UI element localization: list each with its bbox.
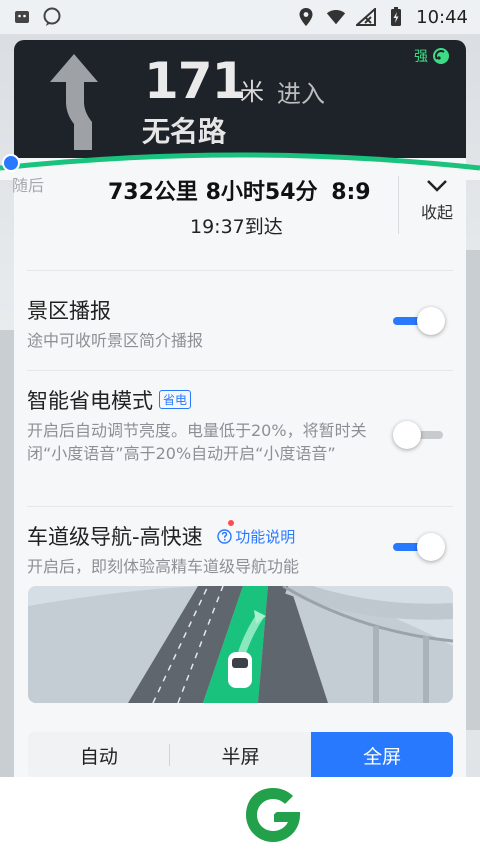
power-saving-badge: 省电: [159, 389, 192, 409]
mode-full-screen[interactable]: 全屏: [311, 732, 453, 778]
trip-distance-time: 732公里 8小时54分 8:9: [108, 174, 371, 206]
row-title: 景区播报: [27, 299, 111, 323]
power-saving-row: 智能省电模式 省电 开启后自动调节亮度。电量低于20%，将暂时关闭“小度语音”高于…: [27, 370, 453, 506]
trip-extra: 8:9: [331, 180, 371, 205]
lane-navigation-title: 车道级导航-高快速: [27, 525, 203, 549]
row-title: 智能省电模式 省电: [27, 385, 453, 415]
battery-charging-icon: [386, 7, 406, 27]
wifi-icon: [326, 7, 346, 27]
help-label: 功能说明: [235, 527, 296, 546]
row-title: 车道级导航-高快速 功能说明: [27, 520, 453, 551]
turn-left-arrow-icon: [50, 54, 98, 150]
mode-auto-label: 自动: [79, 745, 118, 768]
settings-list: 景区播报 途中可收听景区简介播报 智能省电模式 省电 开启后自动调节亮度。电量低于…: [14, 270, 466, 586]
collapse-label: 收起: [420, 203, 453, 222]
gps-signal-indicator: 强: [414, 46, 450, 66]
brand-logo: [230, 777, 316, 853]
then-hint: 随后: [12, 176, 45, 195]
leaf-logo-icon: [246, 788, 300, 842]
current-position-dot: [2, 154, 20, 172]
turn-distance: 171: [144, 52, 246, 110]
mode-auto[interactable]: 自动: [28, 732, 170, 778]
arrival-time: 19:37到达: [190, 216, 283, 238]
message-icon: [42, 7, 62, 27]
next-road-name: 无名路: [142, 115, 227, 148]
row-description: 途中可收听景区简介播报: [27, 331, 204, 350]
status-bar: 10:44: [0, 0, 480, 34]
help-icon: [217, 528, 232, 544]
no-signal-icon: [356, 7, 377, 27]
turn-action: 进入: [277, 80, 325, 108]
toggle-knob: [417, 307, 445, 335]
power-saving-toggle[interactable]: [393, 421, 447, 449]
signal-label: 强: [414, 49, 428, 65]
row-description: 开启后自动调节亮度。电量低于20%，将暂时关闭“小度语音”高于20%自动开启“小…: [27, 421, 367, 463]
mode-half-screen[interactable]: 半屏: [170, 732, 312, 778]
map-mode-selector: 自动 半屏 全屏: [28, 732, 453, 778]
power-saving-title: 智能省电模式: [27, 389, 153, 413]
guidance-banner[interactable]: 171 米 进入 无名路 强: [14, 40, 466, 162]
trip-distance-duration: 732公里 8小时54分: [108, 180, 318, 205]
chevron-down-icon: [427, 180, 447, 192]
scenic-broadcast-row: 景区播报 途中可收听景区简介播报: [27, 270, 453, 370]
mode-half-label: 半屏: [221, 745, 260, 768]
highway-lane-illustration: [28, 586, 453, 703]
lane-navigation-toggle[interactable]: [393, 533, 447, 561]
toggle-knob: [393, 421, 421, 449]
location-icon: [296, 7, 316, 27]
divider: [398, 176, 399, 234]
toggle-knob: [417, 533, 445, 561]
android-icon: [12, 7, 32, 27]
collapse-button[interactable]: 收起: [412, 178, 462, 223]
scenic-broadcast-toggle[interactable]: [393, 307, 447, 335]
row-description: 开启后，即刻体验高精车道级导航功能: [27, 557, 300, 576]
gps-signal-icon: [433, 48, 449, 64]
status-time: 10:44: [416, 6, 468, 28]
mode-full-label: 全屏: [363, 745, 402, 768]
trip-summary: 随后 732公里 8小时54分 8:9 19:37到达 收起: [12, 172, 466, 242]
lane-navigation-row: 车道级导航-高快速 功能说明 开启后，即刻体验高精车道级导航功能: [27, 506, 453, 586]
lane-navigation-illustration: [28, 586, 453, 703]
feature-help-link[interactable]: 功能说明: [217, 526, 295, 547]
distance-unit: 米: [240, 78, 264, 106]
